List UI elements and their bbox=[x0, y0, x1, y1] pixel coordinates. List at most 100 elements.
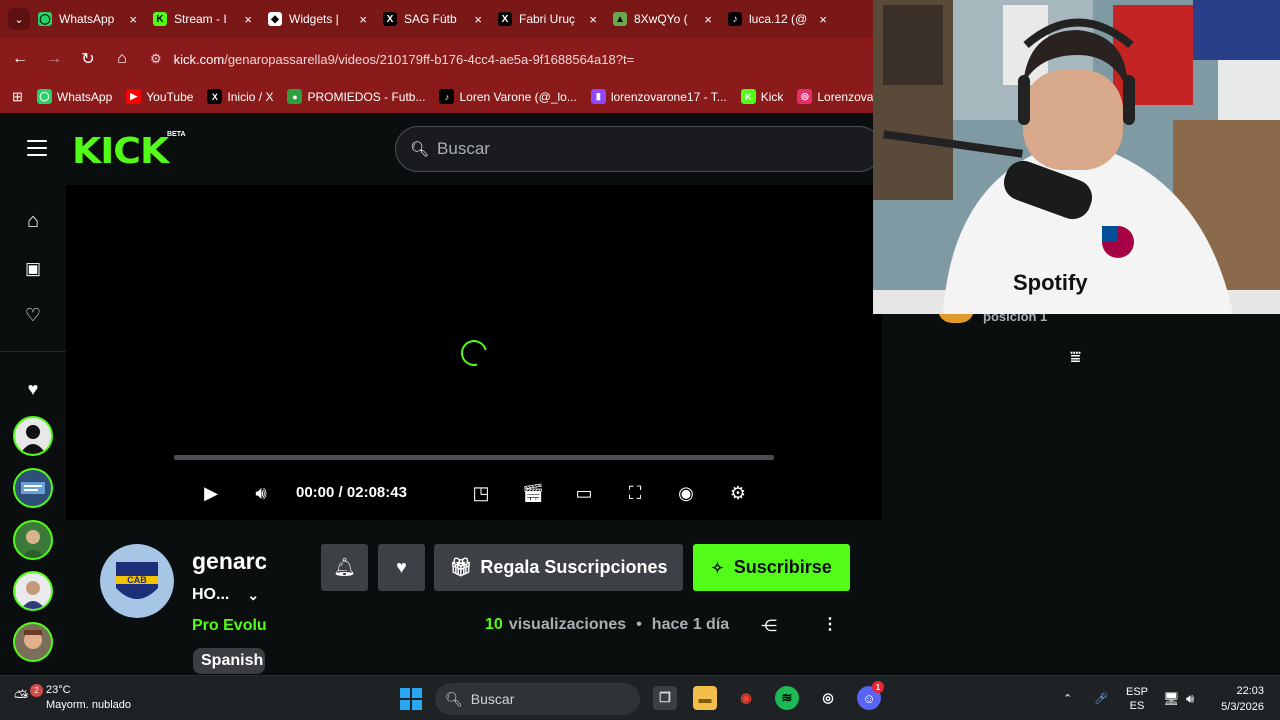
back-icon[interactable]: ← bbox=[6, 45, 34, 73]
forward-icon[interactable]: → bbox=[40, 45, 68, 73]
system-clock[interactable]: 22:03 5/3/2026 bbox=[1212, 683, 1264, 715]
webcam-overlay: Spotify bbox=[873, 0, 1280, 314]
bookmark-item[interactable]: ▮ lorenzovarone17 - T... bbox=[590, 89, 727, 104]
follow-heart-icon[interactable]: ♥ bbox=[378, 544, 425, 591]
time-separator: / bbox=[338, 484, 347, 501]
progress-bar[interactable] bbox=[174, 455, 774, 460]
windows-start-icon[interactable] bbox=[400, 688, 422, 710]
followed-channel-avatar[interactable] bbox=[13, 468, 53, 508]
close-icon[interactable]: × bbox=[704, 12, 712, 27]
file-explorer-icon[interactable]: ▬ bbox=[693, 686, 717, 710]
tab-label: Widgets | bbox=[289, 12, 339, 26]
followed-channel-avatar[interactable] bbox=[13, 571, 53, 611]
bookmark-item[interactable]: ● PROMIEDOS - Futb... bbox=[287, 89, 425, 104]
bookmark-item[interactable]: X Inicio / X bbox=[207, 89, 273, 104]
browser-tab[interactable]: K Stream - I × bbox=[145, 4, 260, 34]
bookmark-item[interactable]: ◯ WhatsApp bbox=[36, 89, 112, 104]
browser-tab[interactable]: ◯ WhatsApp × bbox=[30, 4, 145, 34]
bookmark-label: PROMIEDOS - Futb... bbox=[307, 89, 426, 104]
miniplayer-icon[interactable]: ◳ bbox=[469, 481, 493, 505]
url-path: /genaropassarella9/videos/210179ff-b176-… bbox=[224, 51, 635, 67]
site-info-icon[interactable]: ⚙ bbox=[150, 51, 162, 67]
followed-channel-avatar[interactable] bbox=[13, 520, 53, 560]
browser-tab[interactable]: X Fabri Uruç × bbox=[490, 4, 605, 34]
video-player[interactable]: ▶ 🔊︎ 00:00 / 02:08:43 ◳ 🎬︎ ▭ ⛶ ◉ ⚙ bbox=[66, 185, 882, 520]
channel-avatar[interactable]: CAB bbox=[100, 544, 174, 618]
weather-cloud-icon: ⛅︎ 2 bbox=[14, 684, 43, 709]
gift-icon: 🎁︎ bbox=[449, 557, 473, 577]
volume-icon[interactable]: 🔊︎ bbox=[249, 481, 273, 505]
close-icon[interactable]: × bbox=[589, 12, 597, 27]
browser-tab[interactable]: ◆ Widgets | × bbox=[260, 4, 375, 34]
browser-tab[interactable]: ▲ 8XwQYo (× bbox=[605, 4, 720, 34]
kick-logo[interactable]: KICK bbox=[72, 131, 169, 172]
bookmark-favicon-icon: ▮ bbox=[590, 89, 606, 104]
playback-speed-icon[interactable]: ◉ bbox=[674, 481, 698, 505]
home-icon[interactable]: ⌂ bbox=[108, 45, 136, 73]
channel-info: CAB genarc HO... ⌄ Pro Evolu Spanish 🔔︎ … bbox=[66, 520, 882, 675]
chat-scroll-down-icon[interactable]: ⩸ bbox=[1070, 347, 1081, 368]
chrome-icon[interactable]: ◉ bbox=[734, 686, 758, 710]
bookmark-item[interactable]: ◎ Lorenzovaro bbox=[797, 89, 873, 104]
close-icon[interactable]: × bbox=[129, 12, 137, 27]
settings-gear-icon[interactable]: ⚙ bbox=[726, 481, 750, 505]
stats-separator: • bbox=[636, 616, 642, 633]
menu-icon[interactable] bbox=[27, 140, 47, 156]
language-tag[interactable]: Spanish bbox=[193, 648, 265, 674]
reload-icon[interactable]: ↻ bbox=[74, 45, 102, 73]
bookmark-favicon-icon: ◯ bbox=[36, 89, 52, 104]
following-heart-icon: ♥ bbox=[27, 378, 39, 399]
browser-tab[interactable]: ♪ luca.12 (@ × bbox=[720, 4, 835, 34]
subscribe-button[interactable]: ✧ Suscribirse bbox=[693, 544, 850, 591]
weather-widget[interactable]: ⛅︎ 2 23°C Mayorm. nublado bbox=[14, 683, 131, 713]
home-nav-icon[interactable]: ⌂ bbox=[21, 209, 45, 233]
discord-icon[interactable]: ☺ 1 bbox=[857, 681, 884, 710]
browser-tabbar: ⌄ ◯ WhatsApp × K Stream - I × ◆ Widgets | × X SAG … bbox=[0, 0, 873, 38]
apps-grid-icon[interactable]: ⊞ bbox=[12, 89, 23, 105]
chevron-down-icon[interactable]: ⌄ bbox=[247, 587, 259, 604]
browse-nav-icon[interactable]: ▣ bbox=[21, 257, 45, 281]
fullscreen-icon[interactable]: ⛶ bbox=[623, 481, 647, 505]
close-icon[interactable]: × bbox=[474, 12, 482, 27]
more-options-icon[interactable]: ⋮ bbox=[822, 614, 838, 634]
close-icon[interactable]: × bbox=[819, 12, 827, 27]
theater-mode-icon[interactable]: ▭ bbox=[572, 481, 596, 505]
close-icon[interactable]: × bbox=[359, 12, 367, 27]
task-view-icon[interactable]: ❐ bbox=[653, 686, 677, 710]
tray-chevron-icon[interactable]: ⌃ bbox=[1063, 676, 1072, 720]
microphone-icon[interactable]: 🎤︎ bbox=[1094, 676, 1108, 720]
followed-channel-avatar[interactable] bbox=[13, 622, 53, 662]
bookmark-item[interactable]: ▶ YouTube bbox=[126, 89, 193, 104]
channel-name[interactable]: genarc bbox=[192, 548, 266, 575]
clip-icon[interactable]: 🎬︎ bbox=[521, 481, 545, 505]
video-title[interactable]: HO... ⌄ bbox=[192, 586, 259, 604]
bookmark-item[interactable]: ♪ Loren Varone (@_lo... bbox=[439, 89, 577, 104]
browser-tab[interactable]: X SAG Fútb × bbox=[375, 4, 490, 34]
bookmark-item[interactable]: K Kick bbox=[740, 89, 783, 104]
spotify-icon[interactable]: ≋ bbox=[775, 686, 799, 710]
network-icon[interactable]: 🖥︎ bbox=[1163, 676, 1180, 720]
share-icon[interactable]: ⋲ bbox=[761, 616, 777, 636]
weather-badge: 2 bbox=[30, 684, 43, 697]
notifications-bell-icon[interactable]: 🔔︎ bbox=[321, 544, 368, 591]
url-bar[interactable]: ⚙ kick.com /genaropassarella9/videos/210… bbox=[150, 51, 634, 67]
bookmark-label: Loren Varone (@_lo... bbox=[459, 89, 577, 104]
category-link[interactable]: Pro Evolu bbox=[192, 617, 266, 635]
x-icon: X bbox=[498, 12, 512, 26]
taskbar-search[interactable]: 🔍︎ Buscar bbox=[435, 683, 640, 715]
timecode: 00:00 / 02:08:43 bbox=[296, 484, 407, 501]
tab-search-icon[interactable]: ⌄ bbox=[8, 8, 30, 30]
gift-subs-button[interactable]: 🎁︎ Regala Suscripciones bbox=[434, 544, 683, 591]
obs-icon[interactable]: ◎ bbox=[816, 686, 840, 710]
language-indicator[interactable]: ESP ES bbox=[1126, 676, 1148, 720]
beta-label: BETA bbox=[167, 131, 186, 138]
following-nav-icon[interactable]: ♡ bbox=[21, 303, 45, 327]
sparkle-icon: ✧ bbox=[711, 559, 724, 577]
volume-tray-icon[interactable]: 🔊︎ bbox=[1186, 676, 1194, 720]
url-domain: kick.com bbox=[173, 51, 225, 67]
close-icon[interactable]: × bbox=[244, 12, 252, 27]
play-icon[interactable]: ▶ bbox=[200, 481, 222, 505]
followed-channel-avatar[interactable] bbox=[13, 416, 53, 456]
search-input[interactable] bbox=[437, 139, 838, 159]
kick-search[interactable]: 🔍︎ bbox=[395, 126, 882, 172]
